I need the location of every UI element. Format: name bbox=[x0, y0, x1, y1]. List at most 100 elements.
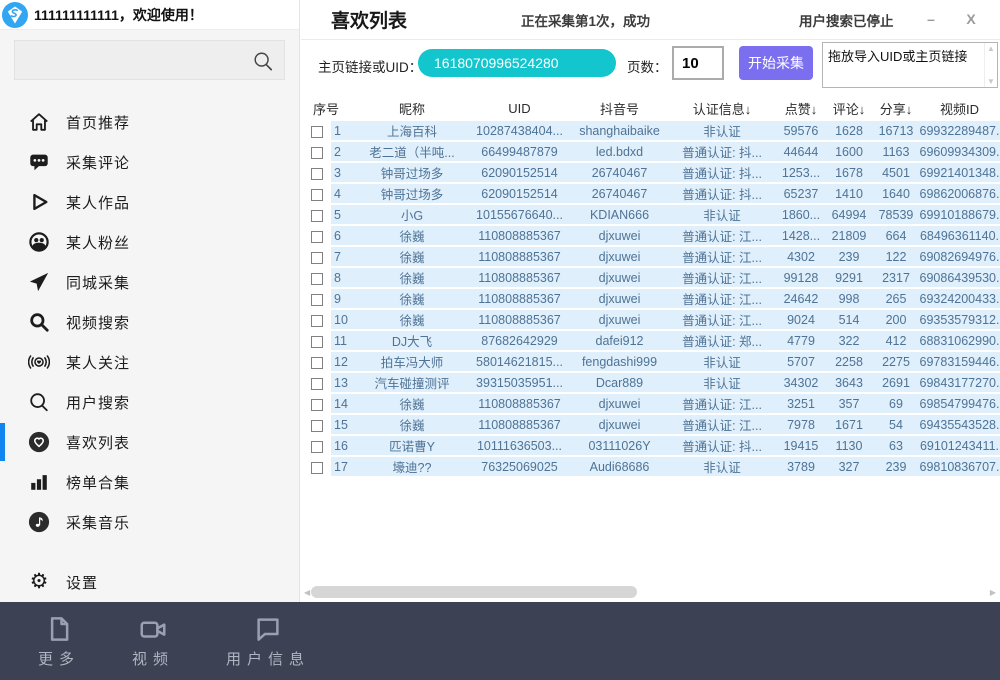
table-row[interactable]: 9徐巍110808885367djxuwei普通认证: 江...24642998… bbox=[309, 289, 1000, 310]
table-row[interactable]: 8徐巍110808885367djxuwei普通认证: 江...99128929… bbox=[309, 268, 1000, 289]
column-header-5[interactable]: 点赞↓ bbox=[777, 99, 825, 118]
table-cell: 非认证 bbox=[667, 205, 777, 224]
row-cells: 9徐巍110808885367djxuwei普通认证: 江...24642998… bbox=[331, 289, 1000, 310]
row-checkbox[interactable] bbox=[311, 168, 323, 180]
table-cell: 普通认证: 江... bbox=[667, 289, 777, 308]
table-row[interactable]: 6徐巍110808885367djxuwei普通认证: 江...1428...2… bbox=[309, 226, 1000, 247]
table-cell: Dcar889 bbox=[572, 376, 667, 390]
row-cells: 10徐巍110808885367djxuwei普通认证: 江...9024514… bbox=[331, 310, 1000, 331]
table-cell: 1640 bbox=[873, 187, 919, 201]
column-header-7[interactable]: 分享↓ bbox=[873, 99, 919, 118]
sidebar-item-settings[interactable]: ⚙ 设置 bbox=[0, 562, 299, 602]
table-cell: 26740467 bbox=[572, 166, 667, 180]
table-cell: 64994 bbox=[825, 208, 873, 222]
import-dropzone[interactable]: 拖放导入UID或主页链接 ▲ ▼ bbox=[822, 42, 998, 88]
scrollbar-thumb[interactable] bbox=[311, 586, 637, 598]
table-row[interactable]: 11DJ大飞87682642929dafei912普通认证: 郑...47793… bbox=[309, 331, 1000, 352]
table-row[interactable]: 2老二道（半吨...66499487879led.bdxd普通认证: 抖...4… bbox=[309, 142, 1000, 163]
table-row[interactable]: 7徐巍110808885367djxuwei普通认证: 江...43022391… bbox=[309, 247, 1000, 268]
table-cell: 3 bbox=[331, 166, 357, 180]
row-checkbox[interactable] bbox=[311, 189, 323, 201]
row-checkbox[interactable] bbox=[311, 210, 323, 222]
sidebar-item-5[interactable]: 视频搜索 bbox=[0, 302, 299, 342]
row-checkbox[interactable] bbox=[311, 273, 323, 285]
pages-input[interactable] bbox=[672, 46, 724, 80]
row-cells: 3钟哥过场多6209015251426740467普通认证: 抖...1253.… bbox=[331, 163, 1000, 184]
row-checkbox[interactable] bbox=[311, 315, 323, 327]
checkbox-gutter bbox=[309, 205, 331, 226]
row-checkbox[interactable] bbox=[311, 441, 323, 453]
minimize-button[interactable]: – bbox=[918, 8, 944, 30]
row-checkbox[interactable] bbox=[311, 399, 323, 411]
bottombar-item-0[interactable]: 更多 bbox=[38, 614, 80, 669]
sidebar-item-9[interactable]: 榜单合集 bbox=[0, 462, 299, 502]
bottombar-item-1[interactable]: 视频 bbox=[132, 614, 174, 669]
column-header-0: 序号 bbox=[309, 99, 357, 118]
row-checkbox[interactable] bbox=[311, 357, 323, 369]
table-row[interactable]: 10徐巍110808885367djxuwei普通认证: 江...9024514… bbox=[309, 310, 1000, 331]
table-row[interactable]: 3钟哥过场多6209015251426740467普通认证: 抖...1253.… bbox=[309, 163, 1000, 184]
table-cell: 69932289487. bbox=[919, 124, 1000, 138]
table-cell: 16713 bbox=[873, 124, 919, 138]
sidebar-search-box[interactable] bbox=[14, 40, 285, 80]
table-row[interactable]: 5小G10155676640...KDIAN666非认证1860...64994… bbox=[309, 205, 1000, 226]
table-row[interactable]: 15徐巍110808885367djxuwei普通认证: 江...7978167… bbox=[309, 415, 1000, 436]
sidebar-item-label: 某人作品 bbox=[66, 192, 130, 213]
import-scrollbar[interactable]: ▲ ▼ bbox=[984, 43, 997, 87]
table-row[interactable]: 17壕迪??76325069025Audi68686非认证37893272396… bbox=[309, 457, 1000, 478]
scroll-right-icon[interactable]: ▶ bbox=[990, 588, 996, 597]
horizontal-scrollbar[interactable]: ◀ ▶ bbox=[301, 584, 1000, 600]
sidebar-item-3[interactable]: 某人粉丝 bbox=[0, 222, 299, 262]
sidebar-item-2[interactable]: 某人作品 bbox=[0, 182, 299, 222]
row-checkbox[interactable] bbox=[311, 420, 323, 432]
scroll-up-icon[interactable]: ▲ bbox=[987, 44, 995, 53]
table-cell: 327 bbox=[825, 460, 873, 474]
table-cell: 44644 bbox=[777, 145, 825, 159]
row-checkbox[interactable] bbox=[311, 147, 323, 159]
scroll-down-icon[interactable]: ▼ bbox=[987, 77, 995, 86]
row-checkbox[interactable] bbox=[311, 126, 323, 138]
sidebar-item-10[interactable]: 采集音乐 bbox=[0, 502, 299, 542]
table-cell: 4 bbox=[331, 187, 357, 201]
column-header-4[interactable]: 认证信息↓ bbox=[667, 99, 777, 118]
column-header-6[interactable]: 评论↓ bbox=[825, 99, 873, 118]
table-cell: 汽车碰撞测评 bbox=[357, 373, 467, 392]
row-checkbox[interactable] bbox=[311, 231, 323, 243]
table-cell: led.bdxd bbox=[572, 145, 667, 159]
table-cell: 钟哥过场多 bbox=[357, 163, 467, 182]
table-cell: 拍车冯大师 bbox=[357, 352, 467, 371]
sidebar-item-4[interactable]: 同城采集 bbox=[0, 262, 299, 302]
bottombar-item-2[interactable]: 用户信息 bbox=[226, 614, 310, 669]
row-checkbox[interactable] bbox=[311, 336, 323, 348]
table-row[interactable]: 12拍车冯大师58014621815...fengdashi999非认证5707… bbox=[309, 352, 1000, 373]
table-cell: 69854799476. bbox=[919, 397, 1000, 411]
table-cell: 普通认证: 江... bbox=[667, 310, 777, 329]
checkbox-gutter bbox=[309, 142, 331, 163]
table-cell: 普通认证: 江... bbox=[667, 247, 777, 266]
uid-input[interactable] bbox=[418, 49, 616, 77]
row-checkbox[interactable] bbox=[311, 462, 323, 474]
close-button[interactable]: X bbox=[958, 8, 984, 30]
table-row[interactable]: 16匹诺曹Y10111636503...03111026Y普通认证: 抖...1… bbox=[309, 436, 1000, 457]
table-cell: 10287438404... bbox=[467, 124, 572, 138]
table-row[interactable]: 14徐巍110808885367djxuwei普通认证: 江...3251357… bbox=[309, 394, 1000, 415]
checkbox-gutter bbox=[309, 394, 331, 415]
row-checkbox[interactable] bbox=[311, 252, 323, 264]
table-cell: 122 bbox=[873, 250, 919, 264]
row-checkbox[interactable] bbox=[311, 294, 323, 306]
scroll-left-icon[interactable]: ◀ bbox=[304, 588, 310, 597]
table-row[interactable]: 13汽车碰撞测评39315035951...Dcar889非认证34302364… bbox=[309, 373, 1000, 394]
sidebar-item-1[interactable]: 采集评论 bbox=[0, 142, 299, 182]
table-row[interactable]: 4钟哥过场多6209015251426740467普通认证: 抖...65237… bbox=[309, 184, 1000, 205]
sidebar-item-8[interactable]: 喜欢列表 bbox=[0, 422, 299, 462]
sidebar-item-7[interactable]: 用户搜索 bbox=[0, 382, 299, 422]
sidebar-search-input[interactable] bbox=[15, 41, 284, 79]
message-icon bbox=[253, 614, 283, 644]
sidebar-item-0[interactable]: 首页推荐 bbox=[0, 102, 299, 142]
row-checkbox[interactable] bbox=[311, 378, 323, 390]
column-header-1: 昵称 bbox=[357, 99, 467, 118]
table-row[interactable]: 1上海百科10287438404...shanghaibaike非认证59576… bbox=[309, 121, 1000, 142]
sidebar-item-6[interactable]: 某人关注 bbox=[0, 342, 299, 382]
table-cell: 普通认证: 抖... bbox=[667, 436, 777, 455]
start-collect-button[interactable]: 开始采集 bbox=[739, 46, 813, 80]
